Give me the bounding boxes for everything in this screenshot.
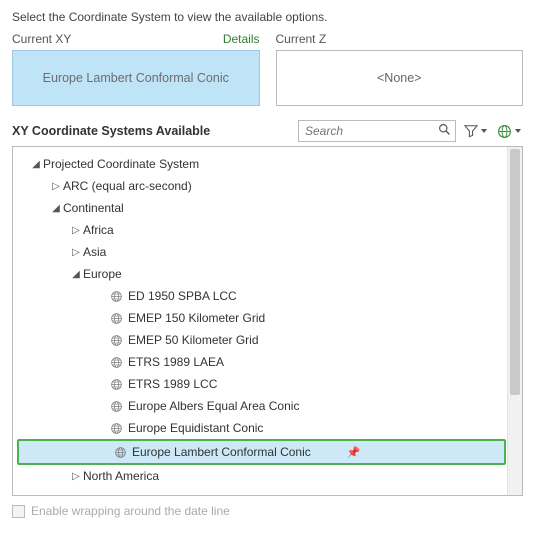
tree-leaf-label: Europe Equidistant Conic [128, 421, 263, 435]
tree-leaf-label: Europe Lambert Conformal Conic [132, 445, 311, 459]
expand-icon[interactable]: ▷ [69, 225, 83, 236]
current-xy-card[interactable]: Europe Lambert Conformal Conic [12, 50, 260, 106]
search-input[interactable] [298, 120, 456, 142]
expand-icon[interactable]: ▷ [69, 471, 83, 482]
collapse-icon[interactable]: ◢ [49, 203, 63, 214]
wrap-checkbox [12, 505, 25, 518]
search-icon[interactable] [438, 123, 451, 136]
tree-leaf-label: ETRS 1989 LAEA [128, 355, 224, 369]
globe-grid-icon [113, 445, 127, 459]
tree-leaf-label: ETRS 1989 LCC [128, 377, 217, 391]
tree-leaf[interactable]: ETRS 1989 LAEA [15, 351, 522, 373]
scrollbar-thumb[interactable] [510, 149, 520, 395]
tree-leaf-label: EMEP 50 Kilometer Grid [128, 333, 259, 347]
tree-node-continental[interactable]: ◢ Continental [15, 197, 522, 219]
collapse-icon[interactable]: ◢ [69, 269, 83, 280]
current-xy-value: Europe Lambert Conformal Conic [43, 71, 229, 85]
tree-leaf-selected[interactable]: Europe Lambert Conformal Conic 📌 [17, 439, 506, 465]
globe-grid-icon [109, 355, 123, 369]
details-link[interactable]: Details [223, 32, 260, 46]
globe-icon [497, 124, 512, 139]
wrap-label: Enable wrapping around the date line [31, 504, 230, 518]
available-title: XY Coordinate Systems Available [12, 124, 210, 138]
globe-grid-icon [109, 289, 123, 303]
tree-leaf-label: ED 1950 SPBA LCC [128, 289, 237, 303]
tree-leaf-label: EMEP 150 Kilometer Grid [128, 311, 265, 325]
globe-grid-icon [109, 399, 123, 413]
tree-node-asia[interactable]: ▷ Asia [15, 241, 522, 263]
globe-grid-icon [109, 311, 123, 325]
expand-icon[interactable]: ▷ [69, 247, 83, 258]
tree-node-north-america[interactable]: ▷ North America [15, 465, 522, 487]
filter-button[interactable] [462, 122, 489, 140]
current-z-value: <None> [377, 71, 421, 85]
globe-grid-icon [109, 421, 123, 435]
current-z-label: Current Z [276, 32, 327, 46]
current-z-card[interactable]: <None> [276, 50, 524, 106]
tree-node-arc[interactable]: ▷ ARC (equal arc-second) [15, 175, 522, 197]
tree-leaf[interactable]: Europe Equidistant Conic [15, 417, 522, 439]
globe-button[interactable] [495, 122, 523, 141]
tree-leaf-label: Europe Albers Equal Area Conic [128, 399, 299, 413]
pin-icon[interactable]: 📌 [347, 446, 361, 459]
globe-grid-icon [109, 333, 123, 347]
coordinate-tree: ◢ Projected Coordinate System ▷ ARC (equ… [12, 146, 523, 496]
instruction-text: Select the Coordinate System to view the… [12, 10, 523, 24]
tree-leaf[interactable]: EMEP 150 Kilometer Grid [15, 307, 522, 329]
tree-leaf[interactable]: EMEP 50 Kilometer Grid [15, 329, 522, 351]
globe-grid-icon [109, 377, 123, 391]
scrollbar[interactable] [507, 147, 522, 495]
tree-leaf[interactable]: ED 1950 SPBA LCC [15, 285, 522, 307]
tree-leaf[interactable]: Europe Albers Equal Area Conic [15, 395, 522, 417]
chevron-down-icon [481, 129, 487, 133]
search-box [298, 120, 456, 142]
tree-leaf[interactable]: ETRS 1989 LCC [15, 373, 522, 395]
chevron-down-icon [515, 129, 521, 133]
funnel-icon [464, 124, 478, 138]
current-xy-label: Current XY [12, 32, 71, 46]
tree-node-africa[interactable]: ▷ Africa [15, 219, 522, 241]
tree-node-projected[interactable]: ◢ Projected Coordinate System [15, 153, 522, 175]
expand-icon[interactable]: ▷ [49, 181, 63, 192]
collapse-icon[interactable]: ◢ [29, 159, 43, 170]
tree-node-europe[interactable]: ◢ Europe [15, 263, 522, 285]
